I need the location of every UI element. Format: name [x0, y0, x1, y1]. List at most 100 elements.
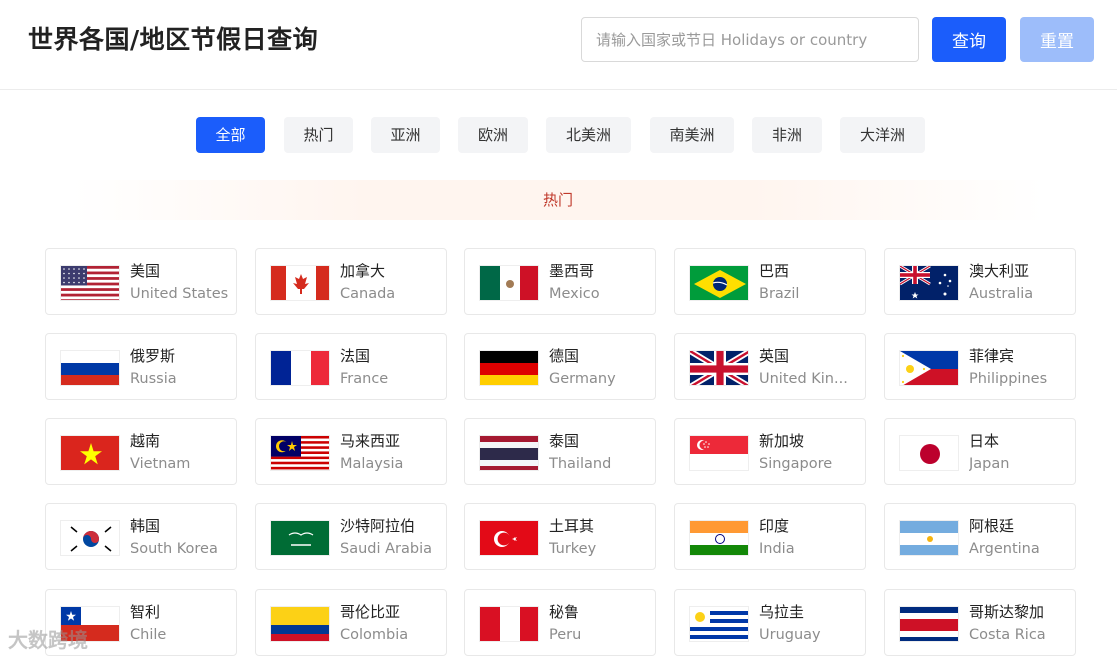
- tab-africa[interactable]: 非洲: [752, 117, 822, 153]
- country-card[interactable]: 沙特阿拉伯 Saudi Arabia: [255, 503, 447, 570]
- country-name-en: Russia: [130, 371, 177, 387]
- tab-north-america[interactable]: 北美洲: [546, 117, 631, 153]
- country-card[interactable]: 哥伦比亚 Colombia: [255, 589, 447, 656]
- argentina-flag: [899, 520, 959, 556]
- country-name-cn: 土耳其: [549, 517, 595, 535]
- country-name-cn: 韩国: [130, 517, 161, 535]
- country-card[interactable]: 新加坡 Singapore: [674, 418, 866, 485]
- tab-all[interactable]: 全部: [196, 117, 265, 153]
- country-card[interactable]: 菲律宾 Philippines: [884, 333, 1076, 400]
- country-name-cn: 印度: [759, 517, 790, 535]
- country-card[interactable]: 墨西哥 Mexico: [464, 248, 656, 315]
- turkey-flag: [479, 520, 539, 556]
- country-card[interactable]: 德国 Germany: [464, 333, 656, 400]
- germany-flag: [479, 350, 539, 386]
- country-name-cn: 泰国: [549, 432, 580, 450]
- search-button[interactable]: 查询: [932, 17, 1006, 62]
- country-card[interactable]: 乌拉圭 Uruguay: [674, 589, 866, 656]
- country-card[interactable]: 法国 France: [255, 333, 447, 400]
- country-name-en: Chile: [130, 627, 167, 643]
- country-name-cn: 澳大利亚: [969, 262, 1030, 280]
- country-name-cn: 菲律宾: [969, 347, 1015, 365]
- section-title: 热门: [542, 191, 573, 209]
- country-card[interactable]: 阿根廷 Argentina: [884, 503, 1076, 570]
- uk-flag: [689, 350, 749, 386]
- section-header: 热门: [72, 180, 1044, 220]
- tab-europe[interactable]: 欧洲: [458, 117, 528, 153]
- country-card[interactable]: 美国 United States: [45, 248, 237, 315]
- country-name-cn: 日本: [969, 432, 1000, 450]
- country-name-cn: 沙特阿拉伯: [340, 517, 416, 535]
- country-card[interactable]: 哥斯达黎加 Costa Rica: [884, 589, 1076, 656]
- country-name-cn: 阿根廷: [969, 517, 1015, 535]
- country-name-en: Uruguay: [759, 627, 821, 643]
- country-name-en: Colombia: [340, 627, 409, 643]
- thailand-flag: [479, 435, 539, 471]
- country-name-cn: 智利: [130, 603, 161, 621]
- france-flag: [270, 350, 330, 386]
- country-name-cn: 哥伦比亚: [340, 603, 401, 621]
- country-name-cn: 越南: [130, 432, 161, 450]
- country-card[interactable]: 俄罗斯 Russia: [45, 333, 237, 400]
- country-card[interactable]: 巴西 Brazil: [674, 248, 866, 315]
- country-name-cn: 哥斯达黎加: [969, 603, 1045, 621]
- page-title: 世界各国/地区节假日查询: [28, 25, 319, 54]
- search-input[interactable]: [581, 17, 919, 62]
- country-name-en: Germany: [549, 371, 616, 387]
- country-name-en: Mexico: [549, 286, 600, 302]
- country-name-cn: 英国: [759, 347, 790, 365]
- country-name-cn: 俄罗斯: [130, 347, 176, 365]
- country-name-en: South Korea: [130, 541, 218, 557]
- country-name-en: Australia: [969, 286, 1034, 302]
- country-name-en: Peru: [549, 627, 582, 643]
- malaysia-flag: [270, 435, 330, 471]
- country-name-en: United Kin...: [759, 371, 848, 387]
- country-card[interactable]: 加拿大 Canada: [255, 248, 447, 315]
- country-name-cn: 新加坡: [759, 432, 805, 450]
- tab-oceania[interactable]: 大洋洲: [840, 117, 925, 153]
- costa-rica-flag: [899, 606, 959, 642]
- country-card[interactable]: 英国 United Kin...: [674, 333, 866, 400]
- watermark-logo: 大数跨境: [8, 628, 88, 652]
- japan-flag: [899, 435, 959, 471]
- country-name-en: Vietnam: [130, 456, 191, 472]
- vietnam-flag: [60, 435, 120, 471]
- country-name-cn: 德国: [549, 347, 580, 365]
- country-name-en: India: [759, 541, 795, 557]
- philippines-flag: [899, 350, 959, 386]
- page-header: 世界各国/地区节假日查询 查询 重置: [0, 0, 1117, 90]
- colombia-flag: [270, 606, 330, 642]
- canada-flag: [270, 265, 330, 301]
- country-name-en: France: [340, 371, 389, 387]
- country-name-en: Thailand: [549, 456, 612, 472]
- country-name-en: Japan: [969, 456, 1010, 472]
- saudi-arabia-flag: [270, 520, 330, 556]
- singapore-flag: [689, 435, 749, 471]
- tab-south-america[interactable]: 南美洲: [650, 117, 734, 153]
- reset-button[interactable]: 重置: [1020, 17, 1094, 62]
- country-name-cn: 巴西: [759, 262, 790, 280]
- tab-asia[interactable]: 亚洲: [371, 117, 440, 153]
- country-card[interactable]: 秘鲁 Peru: [464, 589, 656, 656]
- country-name-en: Turkey: [549, 541, 597, 557]
- country-card[interactable]: 澳大利亚 Australia: [884, 248, 1076, 315]
- country-name-cn: 加拿大: [340, 262, 386, 280]
- country-card[interactable]: 韩国 South Korea: [45, 503, 237, 570]
- country-card[interactable]: 越南 Vietnam: [45, 418, 237, 485]
- south-korea-flag: [60, 520, 120, 556]
- country-card[interactable]: 印度 India: [674, 503, 866, 570]
- country-card[interactable]: 日本 Japan: [884, 418, 1076, 485]
- uruguay-flag: [689, 606, 749, 642]
- country-name-cn: 墨西哥: [549, 262, 595, 280]
- country-name-cn: 秘鲁: [549, 603, 580, 621]
- country-card[interactable]: 土耳其 Turkey: [464, 503, 656, 570]
- country-name-en: Argentina: [969, 541, 1040, 557]
- country-name-en: Costa Rica: [969, 627, 1046, 643]
- country-card[interactable]: 马来西亚 Malaysia: [255, 418, 447, 485]
- country-card[interactable]: 泰国 Thailand: [464, 418, 656, 485]
- us-flag: [60, 265, 120, 301]
- country-name-en: United States: [130, 286, 229, 302]
- mexico-flag: [479, 265, 539, 301]
- india-flag: [689, 520, 749, 556]
- tab-hot[interactable]: 热门: [284, 117, 353, 153]
